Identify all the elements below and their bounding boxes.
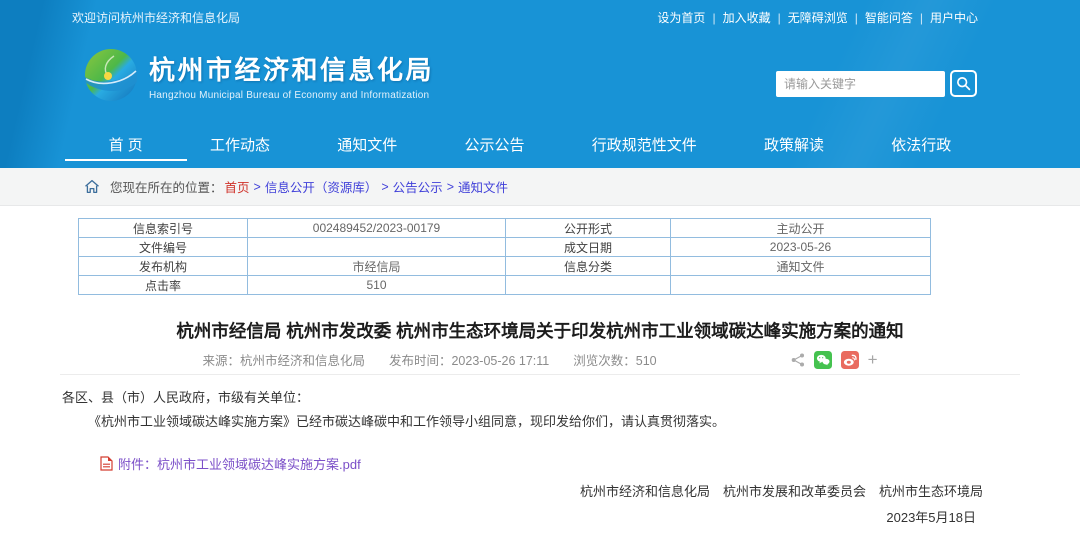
share-buttons: +	[791, 351, 878, 369]
site-brand[interactable]: 杭州市经济和信息化局 Hangzhou Municipal Bureau of …	[84, 48, 434, 102]
nav-item-work-news[interactable]: 工作动态	[204, 120, 276, 168]
cell-info-category-value: 通知文件	[671, 257, 931, 276]
home-icon[interactable]	[84, 179, 100, 194]
nav-item-label: 公示公告	[465, 134, 525, 155]
nav-item-label: 政策解读	[764, 134, 824, 155]
document-date: 2023年5月18日	[886, 507, 976, 526]
cell-disclosure-form-label: 公开形式	[506, 219, 671, 238]
breadcrumb-link-info-disclosure[interactable]: 信息公开（资源库）	[265, 177, 378, 196]
nav-item-label: 通知文件	[337, 134, 397, 155]
table-row: 点击率 510	[79, 276, 931, 295]
meta-source: 来源：杭州市经济和信息化局	[202, 350, 365, 369]
attachment-label: 附件：杭州市工业领域碳达峰实施方案.pdf	[118, 454, 361, 473]
main-nav: 首 页 工作动态 通知文件 公示公告 行政规范性文件 政策解读 依法行政	[75, 120, 985, 168]
nav-item-notice-documents[interactable]: 通知文件	[331, 120, 403, 168]
separator: |	[778, 11, 781, 25]
table-row: 信息索引号 002489452/2023-00179 公开形式 主动公开	[79, 219, 931, 238]
brand-text: 杭州市经济和信息化局 Hangzhou Municipal Bureau of …	[149, 50, 434, 101]
signatures: 杭州市经济和信息化局 杭州市发展和改革委员会 杭州市生态环境局	[580, 481, 983, 500]
cell-click-rate-label: 点击率	[79, 276, 248, 295]
site-logo-icon	[84, 48, 138, 102]
breadcrumb-link-notice-documents[interactable]: 通知文件	[458, 177, 508, 196]
nav-item-home[interactable]: 首 页	[103, 120, 149, 168]
topbar-links: 设为首页 | 加入收藏 | 无障碍浏览 | 智能问答 | 用户中心	[657, 9, 978, 26]
search-input[interactable]	[776, 71, 945, 97]
attachment-link[interactable]: 附件：杭州市工业领域碳达峰实施方案.pdf	[100, 454, 361, 473]
site-subtitle: Hangzhou Municipal Bureau of Economy and…	[149, 90, 434, 101]
topbar-link-user-center[interactable]: 用户中心	[930, 9, 978, 26]
cell-disclosure-form-value: 主动公开	[671, 219, 931, 238]
breadcrumb: 您现在所在的位置： 首页 > 信息公开（资源库） > 公告公示 > 通知文件	[0, 168, 1080, 206]
breadcrumb-separator: >	[381, 180, 388, 194]
search-bar	[776, 70, 977, 97]
divider	[60, 374, 1020, 375]
nav-item-label: 依法行政	[891, 134, 951, 155]
more-share-button[interactable]: +	[868, 351, 878, 368]
article-meta: 来源：杭州市经济和信息化局 发布时间：2023-05-26 17:11 浏览次数…	[0, 350, 1080, 369]
cell-info-category-label: 信息分类	[506, 257, 671, 276]
nav-item-label: 工作动态	[210, 134, 270, 155]
cell-click-rate-value: 510	[248, 276, 506, 295]
table-row: 文件编号 成文日期 2023-05-26	[79, 238, 931, 257]
cell-index-number-label: 信息索引号	[79, 219, 248, 238]
cell-document-number-value	[248, 238, 506, 257]
breadcrumb-link-home[interactable]: 首页	[225, 177, 250, 196]
separator: |	[712, 11, 715, 25]
body-paragraph: 《杭州市工业领域碳达峰实施方案》已经市碳达峰碳中和工作领导小组同意，现印发给你们…	[62, 411, 1022, 432]
nav-item-label: 首 页	[109, 134, 143, 155]
breadcrumb-separator: >	[254, 180, 261, 194]
meta-views: 浏览次数：510	[573, 350, 656, 369]
welcome-text: 欢迎访问杭州市经济和信息化局	[72, 9, 240, 26]
weibo-share-icon[interactable]	[841, 351, 859, 369]
topbar-link-add-favorite[interactable]: 加入收藏	[723, 9, 771, 26]
separator: |	[920, 11, 923, 25]
topbar: 欢迎访问杭州市经济和信息化局 设为首页 | 加入收藏 | 无障碍浏览 | 智能问…	[0, 0, 1080, 30]
wechat-share-icon[interactable]	[814, 351, 832, 369]
nav-item-public-announcements[interactable]: 公示公告	[459, 120, 531, 168]
separator: |	[855, 11, 858, 25]
cell-issuing-agency-value: 市经信局	[248, 257, 506, 276]
site-header: 欢迎访问杭州市经济和信息化局 设为首页 | 加入收藏 | 无障碍浏览 | 智能问…	[0, 0, 1080, 168]
cell-issue-date-value: 2023-05-26	[671, 238, 931, 257]
breadcrumb-prefix: 您现在所在的位置：	[110, 177, 223, 196]
table-row: 发布机构 市经信局 信息分类 通知文件	[79, 257, 931, 276]
cell-document-number-label: 文件编号	[79, 238, 248, 257]
topbar-link-set-homepage[interactable]: 设为首页	[657, 9, 705, 26]
search-icon	[956, 76, 971, 91]
cell-empty-value	[671, 276, 931, 295]
breadcrumb-separator: >	[447, 180, 454, 194]
page: 欢迎访问杭州市经济和信息化局 设为首页 | 加入收藏 | 无障碍浏览 | 智能问…	[0, 0, 1080, 553]
nav-item-label: 行政规范性文件	[592, 134, 697, 155]
nav-item-administrative-normative-documents[interactable]: 行政规范性文件	[586, 120, 703, 168]
document-info-table: 信息索引号 002489452/2023-00179 公开形式 主动公开 文件编…	[78, 218, 931, 295]
topbar-link-accessibility[interactable]: 无障碍浏览	[788, 9, 848, 26]
cell-index-number-value: 002489452/2023-00179	[248, 219, 506, 238]
cell-empty-label	[506, 276, 671, 295]
site-title: 杭州市经济和信息化局	[149, 50, 434, 87]
article-title: 杭州市经信局 杭州市发改委 杭州市生态环境局关于印发杭州市工业领域碳达峰实施方案…	[40, 318, 1040, 343]
nav-item-policy-interpretation[interactable]: 政策解读	[758, 120, 830, 168]
salutation: 各区、县（市）人民政府，市级有关单位：	[62, 387, 309, 406]
breadcrumb-link-announcements[interactable]: 公告公示	[393, 177, 443, 196]
cell-issuing-agency-label: 发布机构	[79, 257, 248, 276]
search-button[interactable]	[950, 70, 977, 97]
topbar-link-smart-qa[interactable]: 智能问答	[865, 9, 913, 26]
meta-publish-time: 发布时间：2023-05-26 17:11	[389, 350, 549, 369]
share-icon[interactable]	[791, 353, 805, 367]
cell-issue-date-label: 成文日期	[506, 238, 671, 257]
nav-item-administration-by-law[interactable]: 依法行政	[885, 120, 957, 168]
pdf-icon	[100, 456, 113, 471]
